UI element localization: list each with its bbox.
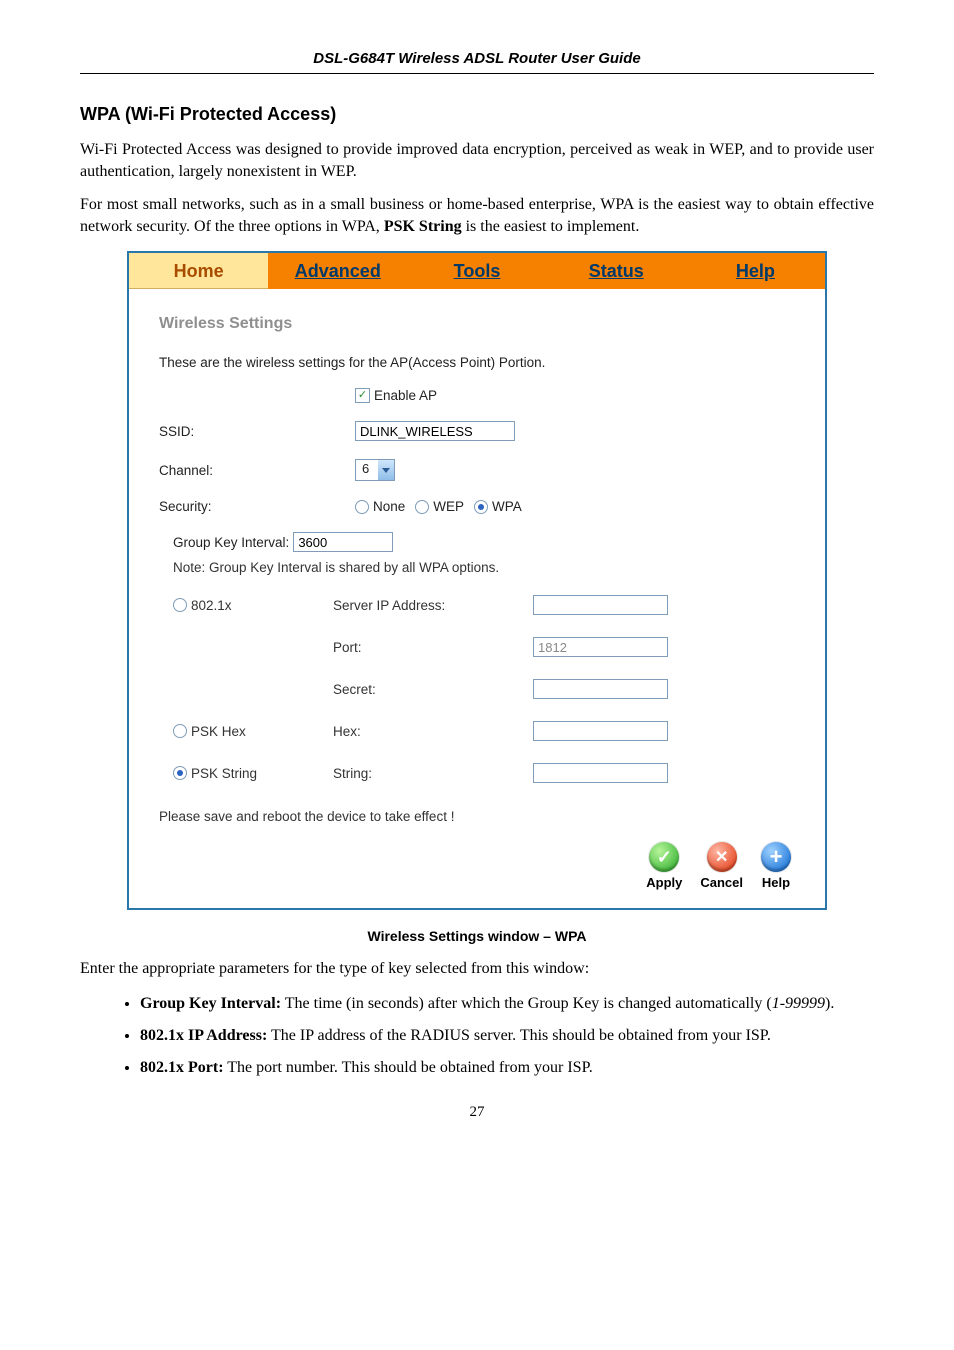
security-label: Security: [159, 499, 355, 514]
hex-input[interactable] [533, 721, 668, 741]
save-reboot-note: Please save and reboot the device to tak… [159, 809, 795, 824]
ssid-label: SSID: [159, 424, 355, 439]
list-item: 802.1x IP Address: The IP address of the… [140, 1024, 874, 1048]
bullet-text: The IP address of the RADIUS server. Thi… [267, 1027, 771, 1044]
enable-ap-label: Enable AP [374, 388, 437, 403]
radio-unchecked-icon [415, 500, 429, 514]
figure-caption: Wireless Settings window – WPA [80, 928, 874, 944]
radio-checked-icon [173, 766, 187, 780]
bullet-text: The port number. This should be obtained… [224, 1059, 593, 1076]
auth-pskstring-label: PSK String [191, 766, 257, 781]
post-figure-text: Enter the appropriate parameters for the… [80, 958, 874, 980]
section-title: WPA (Wi-Fi Protected Access) [80, 104, 874, 125]
plus-icon [761, 842, 791, 872]
security-none-label: None [373, 499, 405, 514]
cancel-label: Cancel [700, 875, 743, 890]
auth-8021x-radio[interactable]: 802.1x [173, 598, 333, 613]
tab-home[interactable]: Home [129, 253, 268, 289]
dropdown-button[interactable] [378, 460, 394, 480]
apply-label: Apply [646, 875, 682, 890]
security-wpa-label: WPA [492, 499, 522, 514]
radio-unchecked-icon [173, 598, 187, 612]
para2-bold: PSK String [384, 218, 462, 235]
check-icon [649, 842, 679, 872]
security-wep-label: WEP [433, 499, 464, 514]
help-button[interactable]: Help [761, 842, 791, 890]
doc-header: DSL-G684T Wireless ADSL Router User Guid… [80, 50, 874, 74]
panel-title: Wireless Settings [159, 315, 795, 333]
security-none-radio[interactable]: None [355, 499, 405, 514]
secret-input[interactable] [533, 679, 668, 699]
auth-pskstring-radio[interactable]: PSK String [173, 766, 333, 781]
group-key-interval-input[interactable] [293, 532, 393, 552]
radio-unchecked-icon [173, 724, 187, 738]
tab-help[interactable]: Help [686, 253, 825, 289]
list-item: 802.1x Port: The port number. This shoul… [140, 1056, 874, 1080]
tab-bar: Home Advanced Tools Status Help [129, 253, 825, 289]
channel-select[interactable]: 6 [355, 459, 395, 481]
security-wpa-radio[interactable]: WPA [474, 499, 522, 514]
radio-unchecked-icon [355, 500, 369, 514]
auth-8021x-label: 802.1x [191, 598, 232, 613]
page-number: 27 [80, 1104, 874, 1121]
group-key-interval-label: Group Key Interval: [173, 535, 289, 550]
server-ip-input[interactable] [533, 595, 668, 615]
intro-paragraph-1: Wi-Fi Protected Access was designed to p… [80, 139, 874, 182]
server-ip-label: Server IP Address: [333, 598, 533, 613]
bullet-term: Group Key Interval: [140, 995, 281, 1012]
intro-paragraph-2: For most small networks, such as in a sm… [80, 194, 874, 237]
enable-ap-checkbox[interactable]: ✓ Enable AP [355, 388, 437, 403]
channel-value: 6 [356, 460, 378, 480]
channel-label: Channel: [159, 463, 355, 478]
wireless-settings-screenshot: Home Advanced Tools Status Help Wireless… [127, 251, 827, 910]
port-label: Port: [333, 640, 533, 655]
string-input[interactable] [533, 763, 668, 783]
cancel-button[interactable]: Cancel [700, 842, 743, 890]
security-wep-radio[interactable]: WEP [415, 499, 464, 514]
secret-label: Secret: [333, 682, 533, 697]
bullet-text-end: ). [825, 995, 834, 1012]
tab-status[interactable]: Status [547, 253, 686, 289]
tab-advanced[interactable]: Advanced [268, 253, 407, 289]
parameter-list: Group Key Interval: The time (in seconds… [80, 992, 874, 1080]
group-key-interval-note: Note: Group Key Interval is shared by al… [173, 560, 795, 575]
apply-button[interactable]: Apply [646, 842, 682, 890]
para2-text-c: is the easiest to implement. [462, 218, 640, 235]
checkbox-checked-icon: ✓ [355, 388, 370, 403]
chevron-down-icon [382, 468, 390, 473]
tab-tools[interactable]: Tools [407, 253, 546, 289]
port-input[interactable] [533, 637, 668, 657]
bullet-italic: 1-99999 [772, 995, 825, 1012]
panel-description: These are the wireless settings for the … [159, 355, 795, 370]
list-item: Group Key Interval: The time (in seconds… [140, 992, 874, 1016]
string-label: String: [333, 766, 533, 781]
close-icon [707, 842, 737, 872]
hex-label: Hex: [333, 724, 533, 739]
bullet-term: 802.1x Port: [140, 1059, 224, 1076]
ssid-input[interactable] [355, 421, 515, 441]
auth-pskhex-radio[interactable]: PSK Hex [173, 724, 333, 739]
bullet-text: The time (in seconds) after which the Gr… [281, 995, 772, 1012]
help-label: Help [762, 875, 790, 890]
auth-pskhex-label: PSK Hex [191, 724, 246, 739]
radio-checked-icon [474, 500, 488, 514]
bullet-term: 802.1x IP Address: [140, 1027, 267, 1044]
